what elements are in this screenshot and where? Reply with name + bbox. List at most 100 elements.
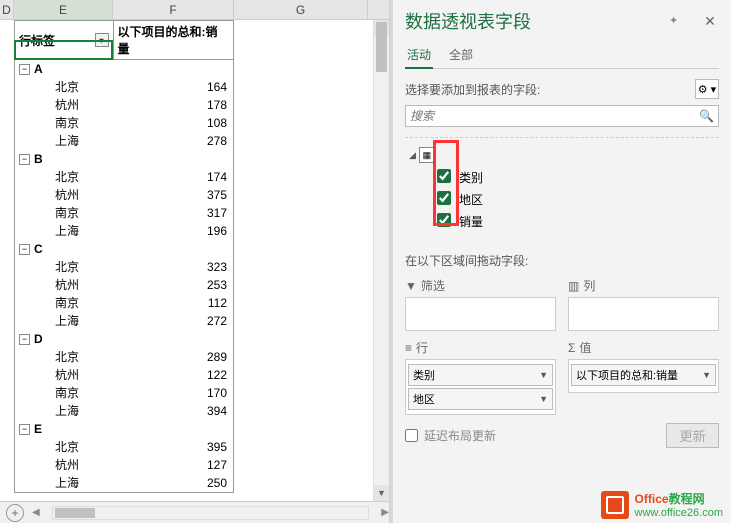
row-val[interactable]: 122 (114, 366, 233, 384)
values-area[interactable]: Σ值 以下项目的总和:销量▼ (568, 339, 719, 415)
filter-drop-zone[interactable] (405, 297, 556, 331)
row-val[interactable]: 375 (114, 186, 233, 204)
scroll-thumb[interactable] (376, 22, 387, 72)
row-val[interactable]: 112 (114, 294, 233, 312)
tab-nav-prev-icon[interactable]: ◀ (32, 507, 40, 518)
horizontal-scrollbar[interactable] (52, 506, 370, 520)
row-city[interactable]: 杭州 (15, 366, 114, 384)
row-val[interactable]: 323 (114, 258, 233, 276)
col-header-e[interactable]: E (14, 0, 113, 19)
collapse-icon[interactable]: − (19, 424, 30, 435)
row-field-item[interactable]: 地区▼ (408, 388, 553, 410)
field-item[interactable]: 地区 (405, 188, 719, 210)
row-city[interactable]: 上海 (15, 222, 114, 240)
update-button[interactable]: 更新 (666, 423, 719, 448)
scroll-down-icon[interactable]: ▼ (374, 485, 389, 501)
table-icon: ▦ (419, 147, 435, 163)
collapse-icon[interactable]: − (19, 334, 30, 345)
pivot-rowlabels-header[interactable]: 行标签 ▾ (15, 21, 114, 59)
row-val[interactable]: 127 (114, 456, 233, 474)
filter-dropdown-icon[interactable]: ▾ (95, 33, 109, 47)
defer-checkbox[interactable] (405, 429, 418, 442)
field-checkbox[interactable] (437, 213, 451, 227)
gear-icon[interactable]: ⚙ ▾ (695, 79, 719, 99)
filter-area[interactable]: ▼筛选 (405, 277, 556, 331)
field-table-node[interactable]: ◢ ▦ (405, 144, 719, 166)
group-toggle[interactable]: −C (15, 240, 114, 258)
row-city[interactable]: 杭州 (15, 186, 114, 204)
row-city[interactable]: 北京 (15, 258, 114, 276)
collapse-icon[interactable]: − (19, 244, 30, 255)
columns-area[interactable]: ▥列 (568, 277, 719, 331)
vertical-scrollbar[interactable]: ▲ ▼ (373, 20, 389, 501)
group-toggle[interactable]: −B (15, 150, 114, 168)
row-city[interactable]: 南京 (15, 114, 114, 132)
row-city[interactable]: 南京 (15, 384, 114, 402)
group-toggle[interactable]: −A (15, 60, 114, 78)
row-field-item[interactable]: 类别▼ (408, 364, 553, 386)
tab-all[interactable]: 全部 (447, 42, 475, 68)
row-city[interactable]: 杭州 (15, 96, 114, 114)
columns-drop-zone[interactable] (568, 297, 719, 331)
row-val[interactable]: 196 (114, 222, 233, 240)
row-val[interactable]: 253 (114, 276, 233, 294)
row-city[interactable]: 杭州 (15, 276, 114, 294)
row-city[interactable]: 南京 (15, 204, 114, 222)
scroll-thumb[interactable] (55, 508, 95, 518)
grid-body[interactable]: 行标签 ▾ 以下项目的总和:销量 −A 北京164 杭州178 南京108 上海… (0, 20, 389, 501)
row-city[interactable]: 杭州 (15, 456, 114, 474)
pane-pin-icon[interactable]: ✦ (669, 14, 683, 28)
group-label: B (34, 150, 43, 168)
field-checkbox[interactable] (437, 191, 451, 205)
col-header-f[interactable]: F (113, 0, 234, 19)
row-val[interactable]: 178 (114, 96, 233, 114)
row-city[interactable]: 北京 (15, 78, 114, 96)
chevron-down-icon[interactable]: ▼ (702, 370, 711, 380)
row-val[interactable]: 174 (114, 168, 233, 186)
rows-icon: ≡ (405, 341, 412, 355)
values-icon: Σ (568, 341, 575, 355)
row-val[interactable]: 170 (114, 384, 233, 402)
row-city[interactable]: 上海 (15, 402, 114, 420)
row-city[interactable]: 北京 (15, 348, 114, 366)
row-city[interactable]: 上海 (15, 474, 114, 492)
collapse-icon[interactable]: − (19, 154, 30, 165)
col-header-d[interactable]: D (0, 0, 14, 19)
field-item[interactable]: 销量 (405, 210, 719, 232)
chevron-down-icon[interactable]: ▼ (539, 370, 548, 380)
tab-nav-next-icon[interactable]: ▶ (381, 507, 389, 518)
row-city[interactable]: 上海 (15, 132, 114, 150)
row-city[interactable]: 上海 (15, 312, 114, 330)
row-city[interactable]: 南京 (15, 294, 114, 312)
row-val[interactable]: 272 (114, 312, 233, 330)
search-field[interactable] (410, 109, 699, 123)
row-val[interactable]: 394 (114, 402, 233, 420)
row-val[interactable]: 317 (114, 204, 233, 222)
watermark-text: 教程网 (669, 492, 705, 506)
collapse-icon[interactable]: − (19, 64, 30, 75)
field-item[interactable]: 类别 (405, 166, 719, 188)
group-toggle[interactable]: −E (15, 420, 114, 438)
field-checkbox[interactable] (437, 169, 451, 183)
tab-active[interactable]: 活动 (405, 42, 433, 69)
pivot-sum-header[interactable]: 以下项目的总和:销量 (114, 21, 233, 59)
row-val[interactable]: 164 (114, 78, 233, 96)
values-drop-zone[interactable]: 以下项目的总和:销量▼ (568, 359, 719, 393)
row-city[interactable]: 北京 (15, 438, 114, 456)
row-val[interactable]: 289 (114, 348, 233, 366)
add-sheet-button[interactable]: + (6, 504, 24, 522)
value-field-item[interactable]: 以下项目的总和:销量▼ (571, 364, 716, 386)
row-city[interactable]: 北京 (15, 168, 114, 186)
chevron-down-icon[interactable]: ▼ (539, 394, 548, 404)
row-val[interactable]: 395 (114, 438, 233, 456)
search-input[interactable]: 🔍 (405, 105, 719, 127)
field-list: ◢ ▦ 类别 地区 销量 (405, 137, 719, 232)
rows-drop-zone[interactable]: 类别▼ 地区▼ (405, 359, 556, 415)
col-header-g[interactable]: G (234, 0, 368, 19)
row-val[interactable]: 250 (114, 474, 233, 492)
row-val[interactable]: 108 (114, 114, 233, 132)
close-icon[interactable]: ✕ (701, 12, 719, 30)
row-val[interactable]: 278 (114, 132, 233, 150)
rows-area[interactable]: ≡行 类别▼ 地区▼ (405, 339, 556, 415)
group-toggle[interactable]: −D (15, 330, 114, 348)
